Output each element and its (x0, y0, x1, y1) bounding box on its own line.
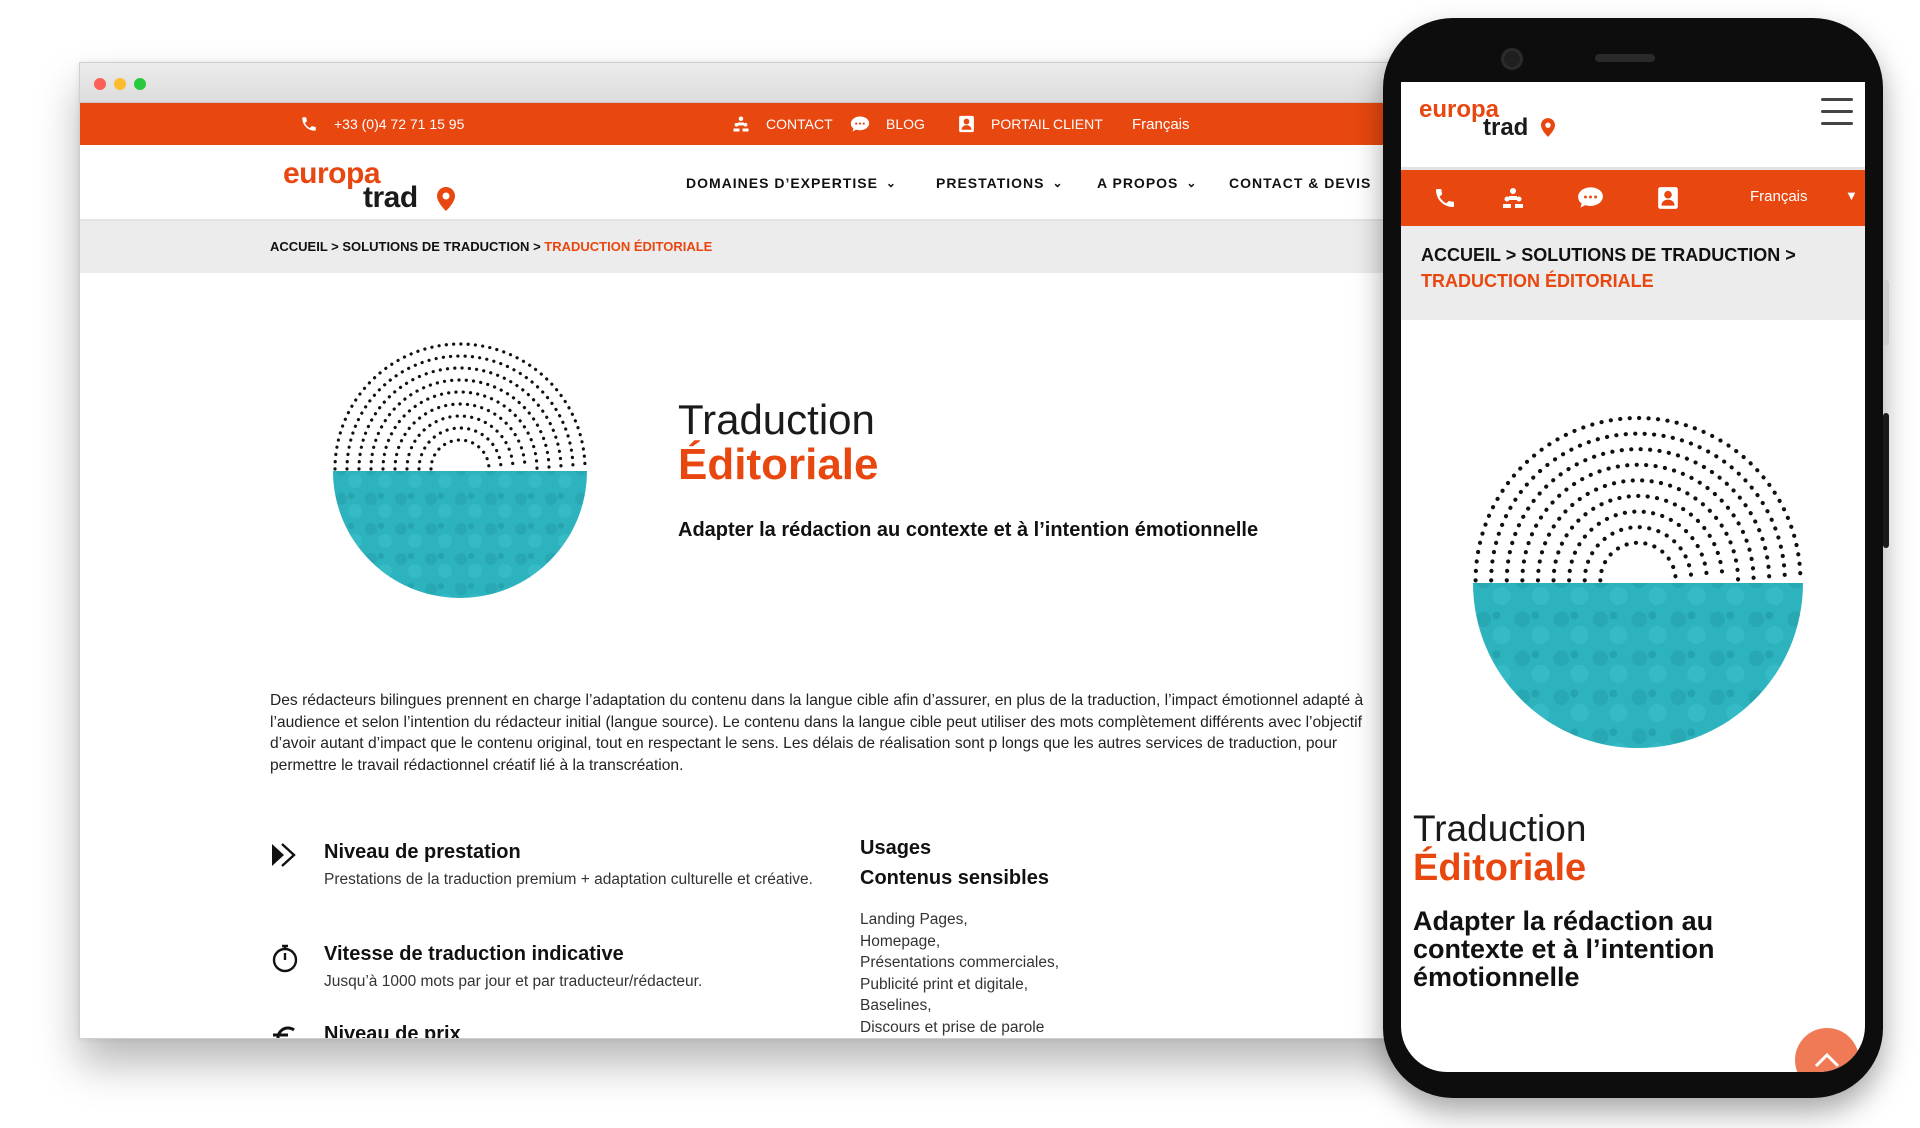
nav-a-propos[interactable]: A PROPOS ⌄ (1097, 145, 1197, 221)
list-item: Présentations commerciales, (860, 954, 1059, 971)
chat-bubble-icon (850, 116, 870, 132)
client-portal-link[interactable]: PORTAIL CLIENT (958, 103, 1103, 145)
usages-title: Usages (860, 837, 932, 859)
breadcrumb: ACCUEIL > SOLUTIONS DE TRADUCTION > TRAD… (80, 221, 1418, 273)
front-camera (1501, 48, 1523, 70)
chevron-up-icon (1814, 1052, 1840, 1068)
caret-down-icon[interactable]: ▼ (1845, 188, 1858, 203)
minimize-window-button[interactable] (114, 78, 126, 90)
breadcrumb-solutions[interactable]: SOLUTIONS DE TRADUCTION (1521, 245, 1780, 265)
feature-title: Vitesse de traduction indicative (324, 943, 624, 965)
dotted-semicircle-illustration (333, 342, 587, 598)
chat-bubble-icon[interactable] (1577, 186, 1604, 209)
user-badge-icon (959, 115, 974, 133)
nav-prestations[interactable]: PRESTATIONS ⌄ (936, 145, 1064, 221)
feature-title: Niveau de prix (324, 1023, 461, 1039)
blog-link[interactable]: BLOG (850, 103, 925, 145)
page-subtitle: Adapter la rédaction au contexte et à l’… (1413, 906, 1715, 992)
mobile-screen: europa trad Français ▼ ACCUEIL > SOLUTIO… (1401, 82, 1865, 1072)
page-title-line1: Traduction (1413, 808, 1587, 849)
phone-side-button (1883, 280, 1889, 345)
feature-title: Niveau de prestation (324, 841, 521, 863)
breadcrumb-separator: > (1505, 245, 1517, 265)
phone-link[interactable]: +33 (0)4 72 71 15 95 (300, 103, 464, 145)
breadcrumb-home[interactable]: ACCUEIL (1421, 245, 1501, 265)
service-description: Des rédacteurs bilingues prennent en cha… (270, 692, 1364, 774)
people-icon (733, 116, 749, 132)
nav-expertise-label: DOMAINES D’EXPERTISE (686, 175, 878, 191)
contact-link[interactable]: CONTACT (732, 103, 833, 145)
europatrad-logo[interactable]: europa trad (283, 157, 455, 214)
usages-list: Landing Pages, Homepage, Présentations c… (860, 909, 1059, 1038)
browser-chrome (80, 63, 1418, 103)
maximize-window-button[interactable] (134, 78, 146, 90)
mobile-phone-frame: europa trad Français ▼ ACCUEIL > SOLUTIO… (1383, 18, 1889, 1098)
feature-text: Prestations de la traduction premium + a… (324, 871, 813, 888)
breadcrumb-solutions[interactable]: SOLUTIONS DE TRADUCTION (342, 239, 529, 254)
usages-section: Usages Contenus sensibles Landing Pages,… (860, 833, 1059, 1038)
language-label: Français (1132, 115, 1190, 133)
phone-icon[interactable] (1433, 186, 1457, 210)
mobile-header: europa trad (1401, 82, 1865, 170)
list-item: Baselines, (860, 997, 932, 1014)
breadcrumb-separator: > (331, 239, 339, 254)
blog-label: BLOG (886, 116, 925, 132)
list-item: Homepage, (860, 932, 941, 950)
hamburger-menu-icon[interactable] (1821, 98, 1853, 126)
breadcrumb: ACCUEIL > SOLUTIONS DE TRADUCTION > TRAD… (1401, 226, 1865, 320)
usages-subtitle: Contenus sensibles (860, 867, 1049, 889)
location-pin-icon (437, 187, 455, 211)
nav-domaines-expertise[interactable]: DOMAINES D’EXPERTISE ⌄ (686, 145, 897, 221)
page-subtitle: Adapter la rédaction au contexte et à l’… (678, 519, 1259, 541)
nav-contact-label: CONTACT & DEVIS (1229, 175, 1372, 191)
phone-icon (302, 117, 316, 131)
nav-prestations-label: PRESTATIONS (936, 175, 1045, 191)
scroll-to-top-button[interactable] (1795, 1028, 1859, 1072)
desktop-browser-window: +33 (0)4 72 71 15 95 CONTACT BLOG PORTAI… (79, 62, 1419, 1039)
phone-power-button (1883, 413, 1889, 548)
list-item: Discours et prise de parole (860, 1018, 1045, 1036)
chevron-down-icon: ⌄ (1186, 176, 1198, 190)
main-header: europa trad DOMAINES D’EXPERTISE ⌄ PREST… (80, 145, 1418, 221)
logo-text-trad: trad (363, 181, 418, 214)
page-title-line2: Éditoriale (1413, 847, 1587, 889)
page-title-line1: Traduction (678, 396, 875, 443)
breadcrumb-current: TRADUCTION ÉDITORIALE (544, 239, 713, 254)
europatrad-logo[interactable]: europa trad (1419, 96, 1559, 141)
chevron-down-icon: ⌄ (885, 176, 897, 190)
user-badge-icon[interactable] (1657, 186, 1679, 210)
language-selector[interactable]: Français (1132, 103, 1190, 145)
nav-contact-devis[interactable]: CONTACT & DEVIS (1229, 145, 1371, 221)
top-utility-bar: +33 (0)4 72 71 15 95 CONTACT BLOG PORTAI… (80, 103, 1418, 145)
logo-text-trad: trad (1483, 114, 1529, 141)
breadcrumb-home[interactable]: ACCUEIL (270, 239, 328, 254)
nav-about-label: A PROPOS (1097, 175, 1179, 191)
page-title: Traduction Éditoriale (1413, 808, 1587, 889)
stopwatch-icon (272, 944, 298, 973)
breadcrumb-separator: > (533, 239, 541, 254)
breadcrumb-separator: > (1785, 245, 1796, 265)
client-portal-label: PORTAIL CLIENT (991, 116, 1103, 132)
people-icon[interactable] (1501, 186, 1525, 210)
phone-speaker (1595, 54, 1655, 62)
close-window-button[interactable] (94, 78, 106, 90)
euro-icon (273, 1026, 295, 1038)
contact-label: CONTACT (766, 116, 833, 132)
mobile-utility-bar: Français ▼ (1401, 170, 1865, 226)
page-title-line2: Éditoriale (678, 440, 879, 489)
chevron-down-icon: ⌄ (1052, 176, 1064, 190)
list-item: Landing Pages, (860, 911, 968, 928)
page-title: Traduction Éditoriale (678, 398, 879, 488)
list-item: Publicité print et digitale, (860, 975, 1029, 993)
breadcrumb-current: TRADUCTION ÉDITORIALE (1421, 271, 1654, 291)
location-pin-icon (1541, 118, 1555, 137)
dotted-semicircle-illustration (1473, 416, 1803, 748)
feature-text: Jusqu’à 1000 mots par jour et par traduc… (324, 973, 703, 990)
language-selector[interactable]: Français (1750, 188, 1808, 205)
phone-number: +33 (0)4 72 71 15 95 (334, 116, 465, 132)
fast-forward-icon (272, 843, 296, 867)
